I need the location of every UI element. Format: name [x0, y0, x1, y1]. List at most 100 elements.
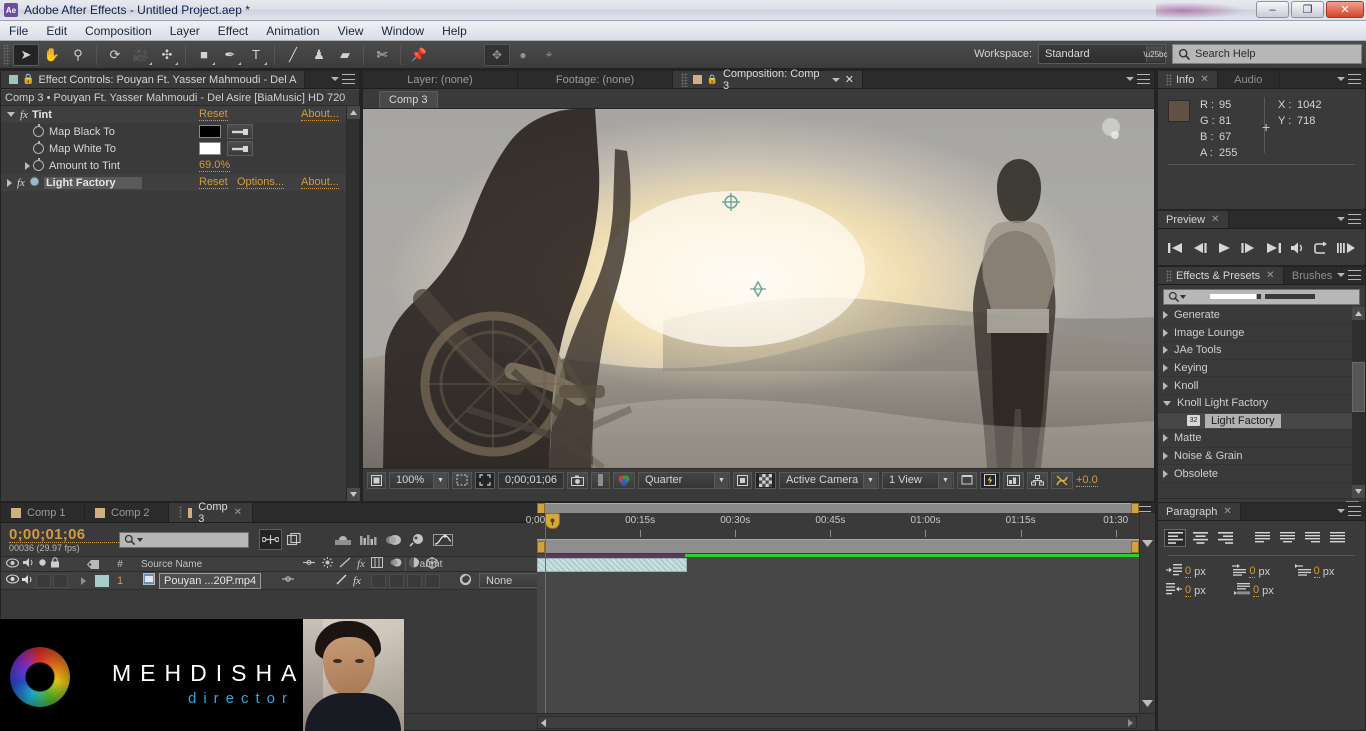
- effect-property-map-white-to[interactable]: Map White To: [1, 140, 359, 157]
- timeline-vertical-scrollbar[interactable]: [1139, 513, 1155, 713]
- stopwatch-icon[interactable]: [33, 141, 44, 154]
- current-time-indicator-head[interactable]: [545, 513, 560, 529]
- ram-preview-button[interactable]: [1336, 241, 1356, 255]
- toolbar-grip[interactable]: [3, 43, 10, 66]
- zoom-tool[interactable]: ⚲: [65, 44, 91, 66]
- effect-entry[interactable]: 32 Light Factory: [1163, 413, 1281, 428]
- layer-shy-switch[interactable]: [281, 574, 295, 587]
- justify-last-left-button[interactable]: [1251, 529, 1273, 547]
- property-color-swatch[interactable]: [199, 142, 221, 155]
- graph-overlay-icon[interactable]: [1141, 539, 1154, 554]
- layer-video-toggle[interactable]: [5, 574, 20, 587]
- list-item[interactable]: Generate: [1158, 307, 1365, 325]
- effect-about-link[interactable]: About...: [301, 108, 339, 121]
- pixel-aspect-correction-icon[interactable]: [957, 471, 977, 489]
- region-of-interest-toggle-icon[interactable]: [733, 471, 752, 489]
- take-snapshot-icon[interactable]: [567, 471, 588, 489]
- timeline-horizontal-scrollbar[interactable]: [537, 715, 1137, 729]
- align-left-button[interactable]: [1164, 529, 1186, 547]
- tab-effects-presets[interactable]: Effects & Presets ✕: [1158, 267, 1284, 284]
- expand-triangle[interactable]: [1163, 434, 1168, 443]
- menu-item-layer[interactable]: Layer: [161, 22, 209, 40]
- rotation-tool[interactable]: ⟳: [102, 44, 128, 66]
- property-color-swatch[interactable]: [199, 125, 221, 138]
- hide-shy-layers-icon[interactable]: [331, 529, 354, 550]
- scroll-down-arrow-icon[interactable]: [347, 488, 360, 501]
- effect-property-amount-to-tint[interactable]: Amount to Tint 69.0%: [1, 157, 359, 174]
- space-after-paragraph[interactable]: 0 px: [1234, 583, 1300, 598]
- region-of-interest-icon[interactable]: [475, 471, 495, 489]
- effects-presets-panel-menu[interactable]: [1337, 270, 1361, 280]
- align-center-button[interactable]: [1189, 529, 1211, 547]
- stopwatch-icon[interactable]: [33, 124, 44, 137]
- last-frame-button[interactable]: [1264, 241, 1282, 255]
- view-layout-select[interactable]: 1 View ▼: [882, 471, 954, 489]
- draft-3d-icon[interactable]: [284, 529, 307, 550]
- tab-audio[interactable]: Audio: [1217, 71, 1280, 88]
- hand-tool[interactable]: ✋: [39, 44, 65, 66]
- layer-frame-blend-switch[interactable]: [371, 573, 386, 588]
- magnification-select[interactable]: 100% ▼: [389, 471, 449, 489]
- scrollbar-thumb[interactable]: [1352, 362, 1365, 412]
- flowchart-icon[interactable]: [1027, 471, 1048, 489]
- menu-item-window[interactable]: Window: [372, 22, 433, 40]
- subtab-comp3[interactable]: Comp 3: [379, 91, 438, 108]
- time-ruler[interactable]: 00:15s 00:30s 00:45s 01:00s 01:15s 01:30 0;00: [526, 513, 1139, 539]
- workspace-select[interactable]: Standard \u25bc: [1038, 44, 1168, 64]
- layer-solo-toggle[interactable]: [36, 573, 51, 588]
- toggle-transparency-grid-icon[interactable]: [755, 471, 776, 489]
- exposure-value[interactable]: +0.0: [1076, 474, 1098, 487]
- list-item[interactable]: Image Lounge: [1158, 325, 1365, 343]
- justify-all-button[interactable]: [1326, 529, 1348, 547]
- tab-comp-1[interactable]: Comp 1: [1, 503, 85, 522]
- expand-triangle[interactable]: [1163, 469, 1168, 478]
- motion-blur-icon[interactable]: [381, 529, 404, 550]
- chevron-down-icon[interactable]: [1180, 295, 1186, 299]
- tab-paragraph[interactable]: Paragraph ✕: [1158, 503, 1241, 520]
- tab-comp-3[interactable]: Comp 3 ✕: [169, 501, 253, 525]
- rectangle-tool[interactable]: ■: [191, 44, 217, 66]
- restore-button[interactable]: ❐: [1291, 1, 1324, 18]
- menu-item-help[interactable]: Help: [433, 22, 476, 40]
- eyedropper-icon[interactable]: [227, 124, 253, 139]
- layer-motion-blur-switch[interactable]: [389, 573, 404, 588]
- lock-icon[interactable]: 🔒: [707, 74, 718, 85]
- tab-comp-2[interactable]: Comp 2: [85, 503, 169, 522]
- layer-audio-toggle[interactable]: [21, 574, 34, 588]
- close-icon[interactable]: ✕: [234, 507, 242, 518]
- effect-header-tint[interactable]: fx Tint Reset About...: [1, 106, 359, 123]
- pan-behind-tool[interactable]: ✣: [154, 44, 180, 66]
- roto-brush-tool[interactable]: ✄: [369, 44, 395, 66]
- expand-triangle[interactable]: [1163, 452, 1168, 461]
- effect-options-link[interactable]: Options...: [237, 176, 285, 189]
- current-time-indicator[interactable]: [545, 513, 546, 713]
- effect-about-link[interactable]: About...: [301, 176, 339, 189]
- close-button[interactable]: ✕: [1326, 1, 1364, 18]
- camera-view-select[interactable]: Active Camera ▼: [779, 471, 879, 489]
- timeline-icon[interactable]: [1003, 471, 1024, 489]
- close-icon[interactable]: ✕: [1200, 74, 1208, 85]
- list-item[interactable]: Matte: [1158, 430, 1365, 448]
- play-button[interactable]: [1215, 241, 1233, 255]
- tab-preview[interactable]: Preview ✕: [1158, 211, 1229, 228]
- indent-right-margin-value[interactable]: 0: [1249, 565, 1256, 578]
- current-timecode[interactable]: 0;00;01;06: [9, 527, 119, 543]
- layer-expand-triangle[interactable]: [81, 576, 86, 585]
- scroll-up-arrow-icon[interactable]: [347, 106, 360, 119]
- scroll-down-arrow-icon[interactable]: [1141, 699, 1154, 711]
- type-tool[interactable]: T: [243, 44, 269, 66]
- puppet-pin-tool[interactable]: 📌: [406, 44, 432, 66]
- layer-track-area[interactable]: [537, 554, 1139, 713]
- resolution-select[interactable]: Quarter ▼: [638, 471, 730, 489]
- show-snapshot-icon[interactable]: [591, 471, 610, 489]
- snapping-dot-icon[interactable]: ●: [510, 44, 536, 66]
- indent-first-line-value[interactable]: 0: [1313, 565, 1320, 578]
- choose-grid-and-guide-options-icon[interactable]: [452, 471, 472, 489]
- layer-clip-bar[interactable]: [537, 558, 687, 572]
- close-icon[interactable]: ✕: [1211, 214, 1219, 225]
- composition-panel-menu[interactable]: [1126, 74, 1150, 84]
- space-before-paragraph[interactable]: 0 px: [1166, 583, 1232, 598]
- reset-exposure-icon[interactable]: [1051, 471, 1073, 489]
- indent-left-margin[interactable]: 0 px: [1166, 564, 1228, 579]
- layer-lock-toggle[interactable]: [53, 573, 68, 588]
